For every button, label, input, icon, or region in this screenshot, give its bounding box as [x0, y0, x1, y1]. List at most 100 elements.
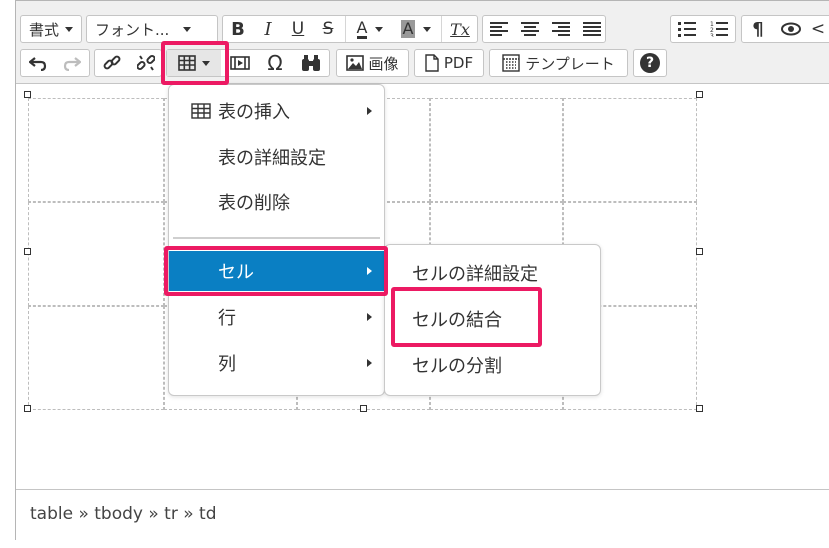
link-icon: [103, 55, 121, 70]
menu-item-label: セルの分割: [412, 356, 502, 377]
template-group: テンプレート: [489, 49, 628, 77]
binoculars-icon: [302, 55, 320, 71]
text-color-button[interactable]: A: [347, 16, 393, 42]
align-center-button[interactable]: [514, 16, 545, 42]
strikethrough-button[interactable]: S: [313, 16, 343, 42]
redo-icon: [63, 57, 81, 71]
bold-button[interactable]: B: [223, 16, 253, 42]
table-menu: 表の挿入 表の詳細設定 表の削除 セル 行 列: [168, 84, 385, 396]
table-icon: [191, 103, 211, 119]
chevron-down-icon: [65, 26, 74, 32]
resize-handle-middle-left[interactable]: [24, 248, 31, 255]
image-icon: [346, 55, 365, 71]
preview-button[interactable]: [774, 16, 808, 42]
resize-handle-bottom-left[interactable]: [24, 405, 31, 412]
resize-handle-top-left[interactable]: [24, 91, 31, 98]
numbered-list-button[interactable]: 123: [703, 16, 735, 42]
help-group: ?: [633, 49, 667, 77]
svg-text:3: 3: [710, 33, 714, 37]
show-blocks-button[interactable]: ¶: [742, 16, 774, 42]
menu-item-label: 表の詳細設定: [218, 148, 326, 169]
underline-button[interactable]: U: [283, 16, 313, 42]
menu-item-label: 行: [218, 308, 236, 329]
bullet-list-icon: [678, 22, 696, 37]
view-group: ¶ <: [741, 15, 829, 43]
menu-item-label: 列: [218, 354, 236, 375]
pdf-label: PDF: [443, 54, 474, 72]
template-button[interactable]: テンプレート: [490, 50, 627, 76]
toolbar: 書式 フォント... B I U S A A Tx 1 2 3 ¶ < Ω 画像…: [16, 1, 829, 84]
table-cell[interactable]: [28, 306, 164, 410]
resize-handle-bottom-center[interactable]: [360, 405, 367, 412]
template-label: テンプレート: [525, 54, 615, 73]
menu-divider: [173, 237, 380, 239]
image-group: 画像: [336, 49, 409, 77]
link-group: [94, 49, 162, 77]
align-center-icon: [520, 22, 539, 36]
document-icon: [425, 54, 439, 72]
chevron-right-icon: [367, 313, 372, 321]
font-group: フォント...: [86, 15, 218, 43]
help-button[interactable]: ?: [634, 50, 666, 76]
chevron-down-icon: [183, 26, 192, 32]
resize-handle-bottom-right[interactable]: [696, 405, 703, 412]
format-group: 書式: [20, 15, 82, 43]
align-left-icon: [489, 22, 508, 36]
menu-item-label: セルの詳細設定: [412, 264, 538, 285]
redo-button[interactable]: [55, 50, 89, 76]
link-button[interactable]: [95, 50, 129, 76]
media-icon: [230, 56, 250, 70]
chevron-right-icon: [367, 359, 372, 367]
menu-item-label: 表の挿入: [218, 102, 290, 123]
italic-button[interactable]: I: [253, 16, 283, 42]
table-cell[interactable]: [28, 98, 164, 202]
divider: [441, 16, 442, 42]
table-cell[interactable]: [563, 98, 697, 202]
font-label: フォント...: [95, 20, 170, 39]
menu-item-insert-table[interactable]: 表の挿入: [169, 91, 384, 131]
menu-item-delete-table[interactable]: 表の削除: [169, 182, 384, 222]
highlight-merge-cells: [391, 287, 542, 347]
element-path[interactable]: table » tbody » tr » td: [30, 504, 217, 524]
pdf-group: PDF: [414, 49, 484, 77]
background-color-icon: A: [400, 19, 416, 38]
clear-format-button[interactable]: Tx: [443, 16, 477, 42]
text-style-group: B I U S A A Tx: [222, 15, 478, 43]
font-dropdown[interactable]: フォント...: [87, 16, 217, 42]
table-cell[interactable]: [430, 98, 563, 202]
undo-button[interactable]: [21, 50, 55, 76]
special-char-button[interactable]: Ω: [257, 50, 293, 76]
more-button[interactable]: <: [808, 16, 828, 42]
bullet-list-button[interactable]: [671, 16, 703, 42]
format-dropdown[interactable]: 書式: [21, 16, 81, 42]
image-label: 画像: [368, 54, 399, 73]
pdf-button[interactable]: PDF: [415, 50, 483, 76]
resize-handle-top-right[interactable]: [696, 91, 703, 98]
background-color-button[interactable]: A: [393, 16, 439, 42]
menu-item-split-cell[interactable]: セルの分割: [385, 345, 600, 385]
chevron-down-icon: [375, 26, 384, 32]
menu-item-row[interactable]: 行: [169, 297, 384, 337]
find-replace-button[interactable]: [293, 50, 329, 76]
divider: [345, 16, 346, 42]
menu-item-column[interactable]: 列: [169, 343, 384, 383]
menu-item-label: 表の削除: [218, 193, 290, 214]
unlink-icon: [137, 54, 155, 71]
align-left-button[interactable]: [483, 16, 514, 42]
highlight-table-button: [161, 41, 229, 85]
resize-handle-middle-right[interactable]: [696, 248, 703, 255]
list-group: 123: [670, 15, 736, 43]
align-right-button[interactable]: [545, 16, 576, 42]
history-group: [20, 49, 90, 77]
image-button[interactable]: 画像: [337, 50, 408, 76]
template-icon: [502, 54, 520, 72]
menu-item-table-properties[interactable]: 表の詳細設定: [169, 137, 384, 177]
align-justify-button[interactable]: [576, 16, 607, 42]
help-icon: ?: [640, 53, 660, 73]
align-group: [482, 15, 606, 43]
table-cell[interactable]: [28, 202, 164, 306]
chevron-right-icon: [367, 107, 372, 115]
undo-icon: [29, 57, 47, 71]
clear-format-icon: Tx: [450, 19, 470, 39]
unlink-button[interactable]: [129, 50, 163, 76]
